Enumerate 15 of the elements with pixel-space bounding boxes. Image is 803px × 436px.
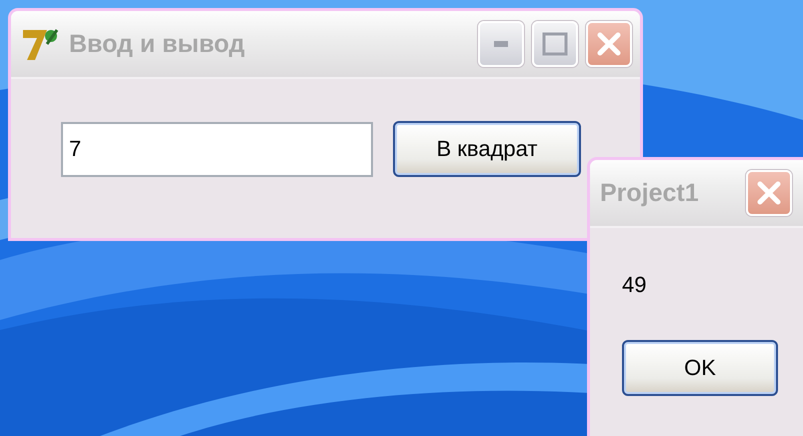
close-button[interactable] xyxy=(746,170,792,216)
maximize-button[interactable] xyxy=(532,21,578,67)
square-button[interactable]: В квадрат xyxy=(393,121,581,177)
window-title: Ввод и вывод xyxy=(69,30,246,58)
input-field[interactable]: 7 xyxy=(61,122,373,176)
minimize-button[interactable] xyxy=(478,21,524,67)
dialog-title: Project1 xyxy=(600,178,700,208)
minimize-icon xyxy=(494,41,508,47)
message-text: 49 xyxy=(622,272,646,298)
close-icon xyxy=(756,180,782,206)
app-icon xyxy=(21,26,61,62)
ok-button[interactable]: OK xyxy=(622,340,778,396)
close-button[interactable] xyxy=(586,21,632,67)
maximize-icon xyxy=(542,32,568,56)
close-icon xyxy=(596,31,622,57)
